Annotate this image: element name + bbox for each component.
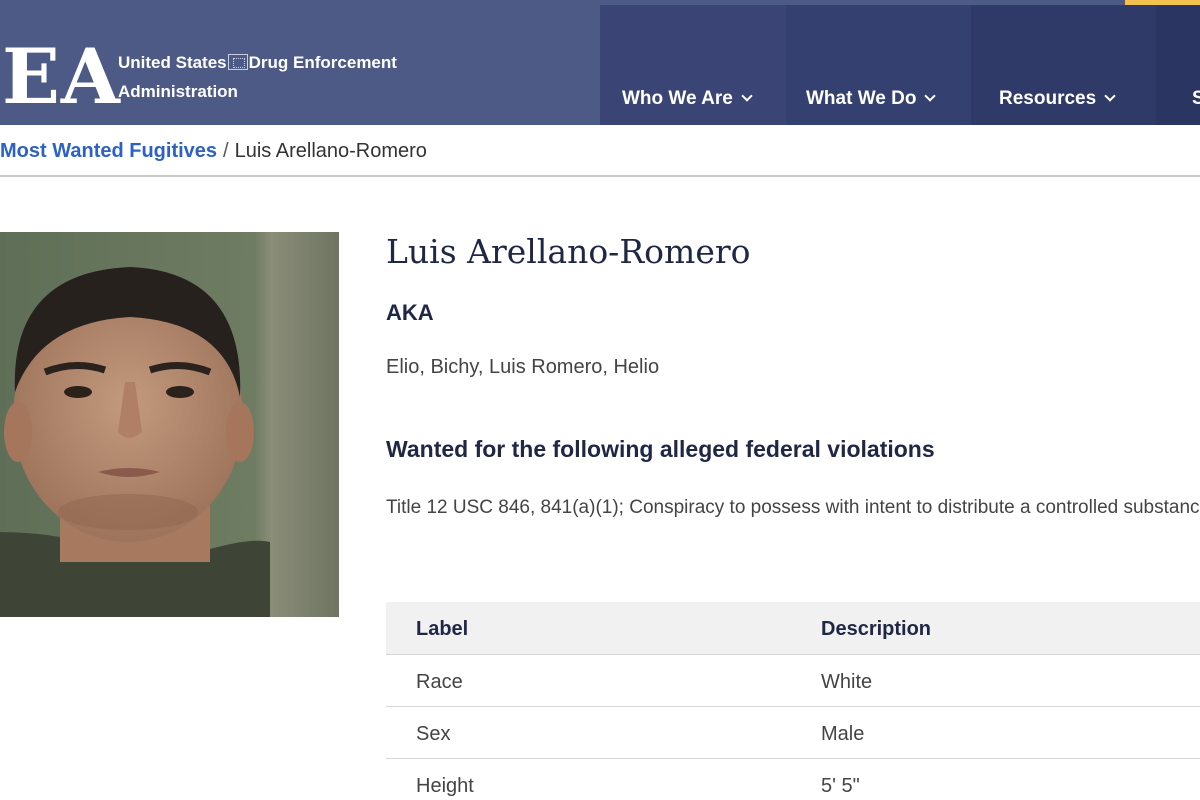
dea-logo[interactable]: EA: [2, 37, 121, 117]
table-header-label: Label: [416, 618, 469, 640]
agency-country: United States: [118, 53, 227, 72]
table-row: Race White: [386, 655, 1200, 707]
chevron-down-icon: [924, 90, 937, 102]
table-header-row: Label Description: [386, 602, 1200, 655]
breadcrumb: Most Wanted Fugitives / Luis Arellano-Rome…: [0, 140, 427, 163]
table-cell-label: Sex: [416, 723, 451, 745]
mugshot-photo: [0, 232, 339, 617]
nav-label: S: [1192, 88, 1200, 109]
details-table: Label Description Race White Sex Male He…: [386, 602, 1200, 800]
breadcrumb-divider: [0, 175, 1200, 177]
agency-name-line2[interactable]: Administration: [118, 82, 238, 102]
table-header-description: Description: [821, 618, 932, 640]
agency-title: Drug Enforcement: [248, 53, 397, 72]
seal-icon: [227, 54, 248, 70]
nav-item-what-we-do[interactable]: What We Do: [786, 5, 971, 125]
table-row: Sex Male: [386, 707, 1200, 759]
nav-item-who-we-are[interactable]: Who We Are: [600, 5, 786, 125]
table-cell-value: White: [821, 671, 873, 693]
violations-heading: Wanted for the following alleged federal…: [386, 436, 935, 462]
nav-label: Resources: [999, 88, 1097, 109]
table-row: Height 5' 5": [386, 759, 1200, 800]
nav-label: What We Do: [806, 88, 917, 109]
nav-item-truncated[interactable]: S: [1156, 5, 1200, 125]
table-cell-label: Height: [416, 775, 474, 797]
aka-heading: AKA: [386, 300, 434, 325]
table-cell-value: 5' 5": [821, 775, 860, 797]
breadcrumb-separator: /: [223, 140, 229, 162]
fugitive-name: Luis Arellano-Romero: [386, 232, 751, 271]
chevron-down-icon: [1104, 90, 1116, 102]
table-cell-value: Male: [821, 723, 865, 745]
breadcrumb-current: Luis Arellano-Romero: [234, 140, 427, 162]
table-cell-label: Race: [416, 671, 463, 693]
aka-value: Elio, Bichy, Luis Romero, Helio: [386, 356, 660, 378]
nav-label: Who We Are: [622, 88, 733, 109]
agency-name-line1[interactable]: United States Drug Enforcement: [118, 53, 397, 73]
chevron-down-icon: [741, 90, 753, 102]
violations-text: Title 12 USC 846, 841(a)(1); Conspiracy …: [386, 497, 1200, 518]
nav-item-resources[interactable]: Resources: [971, 5, 1156, 125]
breadcrumb-link-most-wanted[interactable]: Most Wanted Fugitives: [0, 140, 217, 162]
fugitive-photo: [0, 232, 339, 617]
